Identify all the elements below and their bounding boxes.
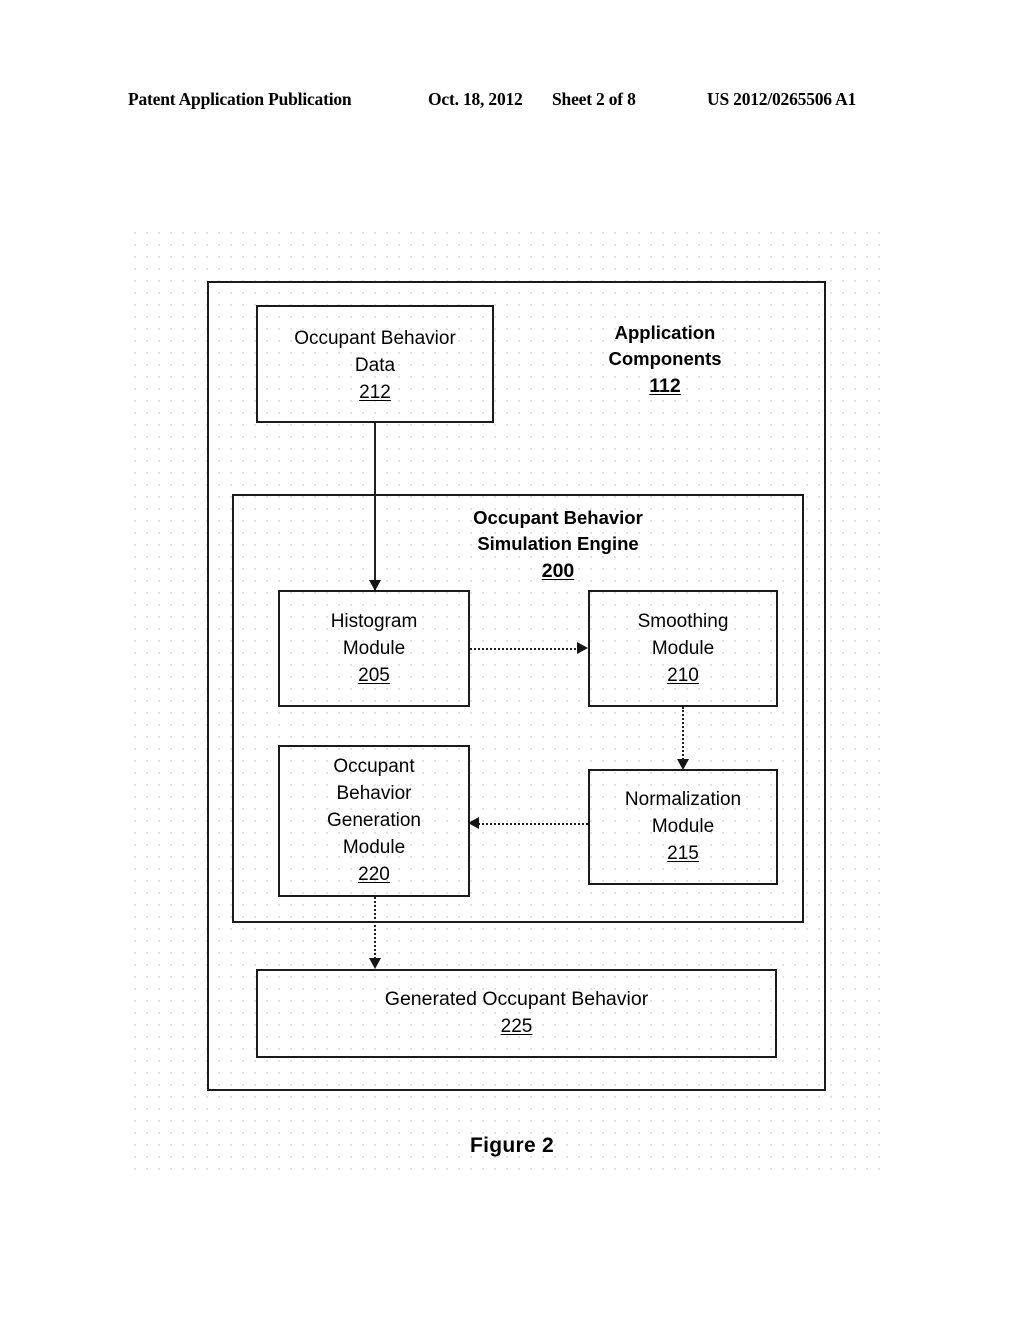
histogram-module-line-2: Module <box>342 637 406 659</box>
histogram-module-box: Histogram Module 205 <box>278 590 470 707</box>
header-date-label: Oct. 18, 2012 <box>428 88 523 109</box>
figure-caption: Figure 2 <box>469 1134 555 1157</box>
normalization-module-ref-number: 215 <box>667 843 699 864</box>
generated-occupant-behavior-line-1: Generated Occupant Behavior <box>384 988 649 1010</box>
normalization-module-line-2: Module <box>651 816 715 837</box>
occupant-behavior-data-line-2: Data <box>354 355 396 376</box>
arrowhead-data-to-histogram <box>369 580 381 591</box>
generation-module-line-3: Generation <box>326 810 421 831</box>
generated-occupant-behavior-ref-number: 225 <box>500 1016 533 1037</box>
generation-module-line-1: Occupant <box>333 756 415 777</box>
arrowhead-histogram-to-smoothing <box>577 642 588 654</box>
connector-histogram-to-smoothing <box>470 648 580 650</box>
header-publication-label: Patent Application Publication <box>128 88 352 109</box>
arrowhead-generation-to-generated <box>369 958 381 969</box>
arrowhead-normalization-to-generation <box>468 817 479 829</box>
generation-module-line-2: Behavior <box>336 783 412 804</box>
simulation-engine-title: Occupant Behavior Simulation Engine 200 <box>234 505 802 585</box>
occupant-behavior-data-box: Occupant Behavior Data 212 <box>256 305 494 423</box>
smoothing-module-line-2: Module <box>651 637 715 659</box>
smoothing-module-line-1: Smoothing <box>637 610 729 632</box>
page-header: Patent Application Publication Oct. 18, … <box>0 84 1024 114</box>
smoothing-module-ref-number: 210 <box>667 664 699 686</box>
generation-module-line-4: Module <box>342 837 406 858</box>
occupant-behavior-data-ref-number: 212 <box>359 382 391 403</box>
connector-normalization-to-generation <box>478 823 588 825</box>
histogram-module-ref-number: 205 <box>358 664 390 686</box>
connector-generation-to-generated <box>374 897 376 959</box>
application-components-title-line-2: Components <box>608 348 722 369</box>
simulation-engine-title-line-2: Simulation Engine <box>477 533 639 554</box>
normalization-module-box: Normalization Module 215 <box>588 769 778 885</box>
normalization-module-line-1: Normalization <box>624 789 742 810</box>
generated-occupant-behavior-box: Generated Occupant Behavior 225 <box>256 969 777 1058</box>
application-components-ref-number: 112 <box>649 375 681 397</box>
header-sheet-label: Sheet 2 of 8 <box>552 88 636 109</box>
connector-data-to-histogram <box>374 423 376 590</box>
arrowhead-smoothing-to-normalization <box>677 759 689 770</box>
occupant-behavior-generation-module-box: Occupant Behavior Generation Module 220 <box>278 745 470 897</box>
smoothing-module-box: Smoothing Module 210 <box>588 590 778 707</box>
generation-module-ref-number: 220 <box>358 864 390 885</box>
occupant-behavior-data-line-1: Occupant Behavior <box>294 328 456 349</box>
header-patent-number: US 2012/0265506 A1 <box>707 88 857 109</box>
connector-smoothing-to-normalization <box>682 707 684 760</box>
histogram-module-line-1: Histogram <box>330 610 418 632</box>
simulation-engine-title-line-1: Occupant Behavior <box>473 507 643 528</box>
simulation-engine-ref-number: 200 <box>541 560 575 582</box>
application-components-label: Application Components 112 <box>560 320 770 400</box>
application-components-title-line-1: Application <box>614 322 716 343</box>
